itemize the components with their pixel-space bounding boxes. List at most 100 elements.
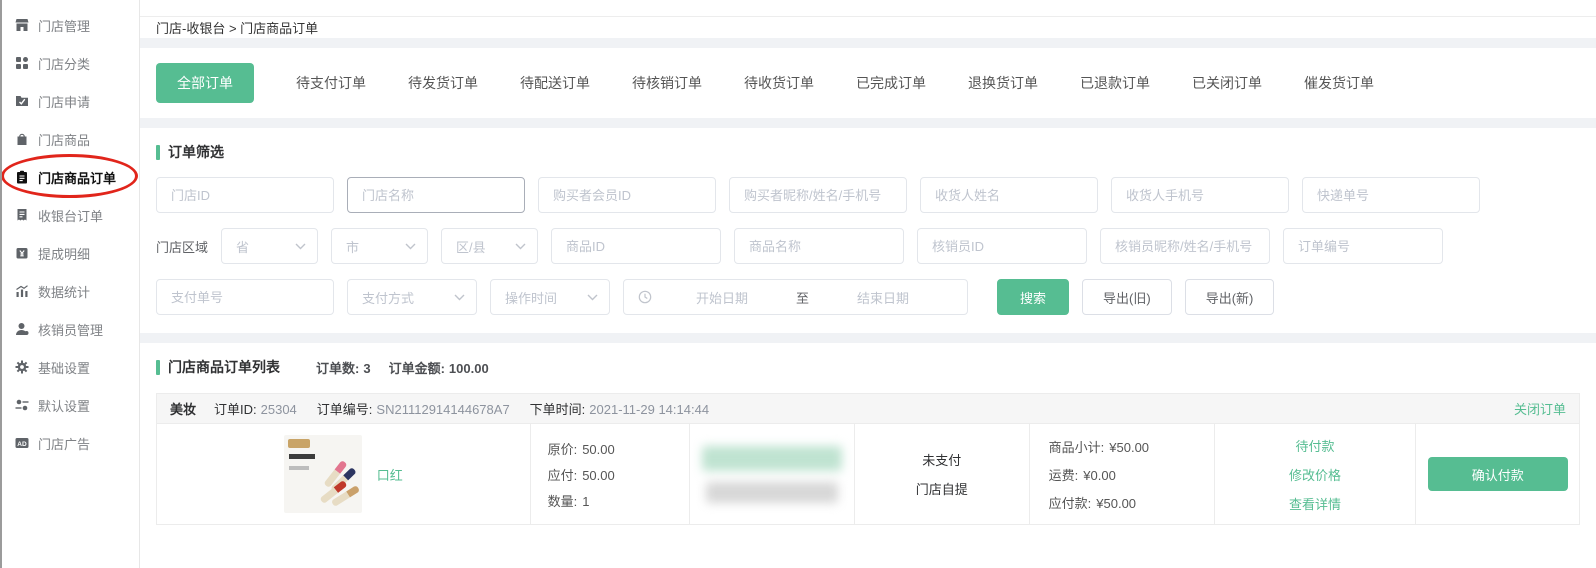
- order-sn: 订单编号:SN21112914144678A7: [313, 399, 510, 418]
- breadcrumb: 门店-收银台 > 门店商品订单: [140, 17, 1596, 38]
- export-new-button[interactable]: 导出(新): [1185, 279, 1275, 315]
- goods-bag-icon: [15, 132, 29, 146]
- buyer-nickname-input[interactable]: [729, 177, 907, 213]
- province-select[interactable]: 省: [221, 228, 318, 264]
- sidebar-item-commission-detail[interactable]: 提成明细: [0, 234, 139, 272]
- sidebar-item-label: 收银台订单: [38, 206, 103, 225]
- sidebar-item-store-category[interactable]: 门店分类: [0, 44, 139, 82]
- section-accent-bar: [156, 360, 160, 375]
- buyer-cell: [689, 424, 854, 524]
- tab-pending-receipt[interactable]: 待收货订单: [744, 73, 814, 93]
- modify-price-link[interactable]: 修改价格: [1289, 465, 1341, 484]
- delivery-method-text: 门店自提: [916, 479, 968, 498]
- search-button[interactable]: 搜索: [997, 279, 1069, 315]
- top-strip: [140, 0, 1596, 17]
- cashier-receipt-icon: [15, 208, 29, 222]
- order-card-header: 美妆 订单ID:25304 订单编号:SN21112914144678A7 下单…: [157, 394, 1579, 424]
- tab-refunded[interactable]: 已退款订单: [1080, 73, 1150, 93]
- quantity: 数量:1: [548, 491, 689, 510]
- ad-badge-icon: AD: [15, 436, 29, 450]
- default-settings-sliders-icon: [15, 398, 29, 412]
- order-amount: 订单金额:100.00: [389, 358, 489, 377]
- chevron-down-icon: [454, 294, 465, 301]
- tab-pending-shipment[interactable]: 待发货订单: [408, 73, 478, 93]
- chevron-down-icon: [515, 243, 526, 250]
- district-select[interactable]: 区/县: [441, 228, 538, 264]
- tab-pending-delivery[interactable]: 待配送订单: [520, 73, 590, 93]
- price-cell: 原价:50.00 应付:50.00 数量:1: [530, 424, 689, 524]
- chevron-down-icon: [587, 294, 598, 301]
- sidebar-item-store-goods-orders[interactable]: 门店商品订单: [0, 158, 139, 196]
- consignee-name-input[interactable]: [920, 177, 1098, 213]
- product-image-badge: [288, 439, 310, 448]
- sidebar-item-store-ads[interactable]: AD 门店广告: [0, 424, 139, 462]
- order-list-header: 门店商品订单列表 订单数:3 订单金额:100.00: [156, 357, 1580, 377]
- payable-price: 应付:50.00: [548, 465, 689, 484]
- order-id: 订单ID:25304: [210, 399, 297, 418]
- product-image-text-bar: [289, 454, 315, 459]
- store-icon: [15, 18, 29, 32]
- close-order-link[interactable]: 关闭订单: [1514, 399, 1566, 418]
- sidebar-item-label: 门店商品订单: [38, 168, 116, 187]
- order-sn-input[interactable]: [1283, 228, 1443, 264]
- buyer-member-id-input[interactable]: [538, 177, 716, 213]
- tab-pending-verification[interactable]: 待核销订单: [632, 73, 702, 93]
- order-row: 口红 原价:50.00 应付:50.00 数量:1 未支付 门店自提 商品小计:…: [157, 424, 1579, 524]
- sidebar-item-store-application[interactable]: 门店申请: [0, 82, 139, 120]
- sidebar-item-store-manage[interactable]: 门店管理: [0, 6, 139, 44]
- sidebar-item-verifier-manage[interactable]: 核销员管理: [0, 310, 139, 348]
- original-price: 原价:50.00: [548, 439, 689, 458]
- product-id-input[interactable]: [551, 228, 721, 264]
- status-cell: 未支付 门店自提: [854, 424, 1029, 524]
- sidebar-item-data-statistics[interactable]: 数据统计: [0, 272, 139, 310]
- operation-time-select[interactable]: 操作时间: [490, 279, 610, 315]
- store-id-input[interactable]: [156, 177, 334, 213]
- tab-closed[interactable]: 已关闭订单: [1192, 73, 1262, 93]
- sidebar-item-label: 默认设置: [38, 396, 90, 415]
- order-list-panel: 门店商品订单列表 订单数:3 订单金额:100.00 美妆 订单ID:25304…: [140, 343, 1596, 568]
- order-card: 美妆 订单ID:25304 订单编号:SN21112914144678A7 下单…: [156, 393, 1580, 525]
- tracking-number-input[interactable]: [1302, 177, 1480, 213]
- sidebar-item-label: 数据统计: [38, 282, 90, 301]
- sidebar-item-cashier-orders[interactable]: 收银台订单: [0, 196, 139, 234]
- export-old-button[interactable]: 导出(旧): [1082, 279, 1172, 315]
- tab-urge-shipment[interactable]: 催发货订单: [1304, 73, 1374, 93]
- chevron-down-icon: [405, 243, 416, 250]
- confirm-payment-button[interactable]: 确认付款: [1428, 457, 1568, 491]
- product-cell: 口红: [157, 424, 530, 524]
- product-image[interactable]: [284, 435, 362, 513]
- verifier-id-input[interactable]: [917, 228, 1087, 264]
- chevron-down-icon: [295, 243, 306, 250]
- date-end-placeholder[interactable]: 结束日期: [813, 288, 953, 307]
- tab-completed[interactable]: 已完成订单: [856, 73, 926, 93]
- view-detail-link[interactable]: 查看详情: [1289, 494, 1341, 513]
- date-range-picker[interactable]: 开始日期 至 结束日期: [623, 279, 968, 315]
- buyer-info-blurred: [706, 482, 838, 503]
- payment-method-select[interactable]: 支付方式: [347, 279, 477, 315]
- sidebar-item-default-settings[interactable]: 默认设置: [0, 386, 139, 424]
- store-name-input[interactable]: [347, 177, 525, 213]
- commission-wallet-icon: [15, 246, 29, 260]
- date-start-placeholder[interactable]: 开始日期: [652, 288, 792, 307]
- sidebar-item-store-goods[interactable]: 门店商品: [0, 120, 139, 158]
- tab-pending-payment[interactable]: 待支付订单: [296, 73, 366, 93]
- region-label: 门店区域: [156, 237, 208, 256]
- sidebar-item-label: 门店管理: [38, 16, 90, 35]
- sidebar-item-basic-settings[interactable]: 基础设置: [0, 348, 139, 386]
- consignee-phone-input[interactable]: [1111, 177, 1289, 213]
- product-name-link[interactable]: 口红: [377, 465, 403, 484]
- date-separator: 至: [796, 288, 809, 307]
- statistics-chart-icon: [15, 284, 29, 298]
- sidebar: 门店管理 门店分类 门店申请 门店商品 门店商品订单 收银台订单 提成明细 数据…: [0, 0, 140, 568]
- order-status-label: 待付款: [1295, 436, 1334, 455]
- city-select[interactable]: 市: [331, 228, 428, 264]
- actions-cell: 待付款 修改价格 查看详情: [1214, 424, 1416, 524]
- verifier-nickname-input[interactable]: [1100, 228, 1270, 264]
- tab-all-orders[interactable]: 全部订单: [156, 63, 254, 103]
- main-content: 门店-收银台 > 门店商品订单 全部订单 待支付订单 待发货订单 待配送订单 待…: [140, 0, 1596, 568]
- payment-sn-input[interactable]: [156, 279, 334, 315]
- sidebar-item-label: 基础设置: [38, 358, 90, 377]
- product-name-input[interactable]: [734, 228, 904, 264]
- tab-return-exchange[interactable]: 退换货订单: [968, 73, 1038, 93]
- order-status-tabs: 全部订单 待支付订单 待发货订单 待配送订单 待核销订单 待收货订单 已完成订单…: [140, 48, 1596, 118]
